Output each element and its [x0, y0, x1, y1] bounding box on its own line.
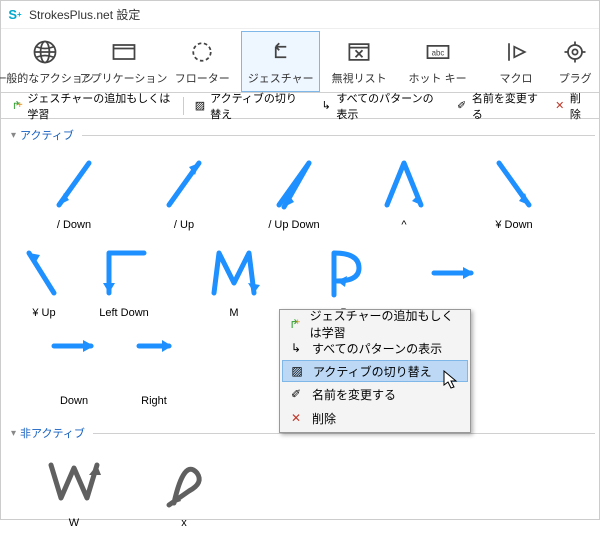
gear-icon — [561, 38, 589, 66]
chevron-down-icon: ▾ — [11, 130, 16, 141]
gesture-label: Right — [141, 395, 167, 407]
rename-icon: ✐ — [456, 99, 468, 113]
sub-toggle-active[interactable]: ▨ アクティブの切り替え — [188, 88, 312, 124]
abc-icon: abc — [424, 38, 452, 66]
gesture-label: W — [69, 517, 79, 529]
toolbar-hotkeys[interactable]: abc ホット キー — [398, 31, 476, 92]
gesture-left-down[interactable]: Left Down — [69, 237, 179, 325]
toolbar-label: アプリケーション — [80, 70, 168, 86]
undo-icon — [267, 38, 295, 66]
ctx-label: 名前を変更する — [312, 386, 396, 403]
play-icon — [502, 38, 530, 66]
patterns-icon: ↳ — [320, 99, 332, 113]
toolbar-plugins[interactable]: プラグ — [555, 31, 595, 92]
ctx-toggle-active[interactable]: ▨ アクティブの切り替え — [282, 360, 468, 382]
gesture-slash-up[interactable]: / Up — [129, 149, 239, 237]
gesture-label: M — [229, 307, 238, 319]
toolbar-general-actions[interactable]: 一般的なアクション — [5, 31, 84, 92]
toolbar-applications[interactable]: アプリケーション — [84, 31, 163, 92]
toolbar-label: ホット キー — [409, 70, 467, 86]
gesture-label: / Up Down — [268, 219, 319, 231]
gesture-label: x — [181, 517, 187, 529]
window-title: StrokesPlus.net 設定 — [29, 6, 140, 23]
gesture-caret[interactable]: ^ — [349, 149, 459, 237]
sub-label: 名前を変更する — [472, 90, 540, 122]
window-icon — [110, 38, 138, 66]
gesture-label: Down — [60, 395, 88, 407]
sub-add-learn[interactable]: ↱+ ジェスチャーの追加もしくは学習 — [5, 88, 179, 124]
globe-icon — [31, 38, 59, 66]
ctx-label: ジェスチャーの追加もしくは学習 — [310, 307, 462, 341]
add-learn-icon: ↱+ — [11, 99, 23, 113]
sub-label: すべてのパターンの表示 — [336, 90, 441, 122]
sub-show-patterns[interactable]: ↳ すべてのパターンの表示 — [314, 88, 447, 124]
ctx-label: 削除 — [312, 410, 336, 427]
gesture-label: ¥ Up — [32, 307, 55, 319]
group-active-header[interactable]: ▾ アクティブ — [7, 125, 599, 145]
svg-text:abc: abc — [431, 48, 444, 57]
toggle-icon: ▨ — [289, 364, 305, 378]
patterns-icon: ↳ — [288, 341, 304, 355]
gesture-w[interactable]: W — [19, 447, 129, 535]
group-title: アクティブ — [20, 127, 74, 143]
sub-label: ジェスチャーの追加もしくは学習 — [27, 90, 173, 122]
sub-label: アクティブの切り替え — [210, 90, 306, 122]
sub-delete[interactable]: ✕ 削除 — [548, 88, 595, 124]
toolbar-label: フローター — [175, 70, 230, 86]
sub-rename[interactable]: ✐ 名前を変更する — [450, 88, 546, 124]
delete-icon: ✕ — [554, 99, 566, 113]
ctx-label: アクティブの切り替え — [313, 363, 432, 380]
gesture-label: Left Down — [99, 307, 149, 319]
main-toolbar: 一般的なアクション アプリケーション フローター ジェスチャー 無視リスト ab… — [1, 29, 599, 93]
inactive-gestures: W x — [7, 443, 599, 545]
toolbar-label: ジェスチャー — [248, 70, 314, 86]
sub-toolbar: ↱+ ジェスチャーの追加もしくは学習 ▨ アクティブの切り替え ↳ すべてのパタ… — [1, 93, 599, 119]
toggle-icon: ▨ — [194, 99, 206, 113]
gesture-label: / Down — [57, 219, 91, 231]
delete-icon: ✕ — [288, 411, 304, 425]
gesture-m[interactable]: M — [179, 237, 289, 325]
ctx-delete[interactable]: ✕ 削除 — [282, 406, 468, 430]
gesture-right-partial[interactable]: Right — [129, 325, 179, 413]
divider — [82, 135, 595, 136]
toolbar-ignore-list[interactable]: 無視リスト — [320, 31, 398, 92]
window-x-icon — [345, 38, 373, 66]
sub-label: 削除 — [570, 90, 589, 122]
ctx-rename[interactable]: ✐ 名前を変更する — [282, 382, 468, 406]
gesture-down[interactable]: Down — [19, 325, 129, 413]
toolbar-floaters[interactable]: フローター — [163, 31, 241, 92]
chevron-down-icon: ▾ — [11, 428, 16, 439]
gesture-label: / Up — [174, 219, 194, 231]
group-title: 非アクティブ — [20, 425, 85, 441]
gesture-label: ¥ Down — [495, 219, 532, 231]
gesture-slash-up-down[interactable]: / Up Down — [239, 149, 349, 237]
gesture-yen-down[interactable]: ¥ Down — [459, 149, 569, 237]
add-learn-icon: ↱+ — [288, 317, 302, 331]
toolbar-label: マクロ — [500, 70, 533, 86]
toolbar-macros[interactable]: マクロ — [477, 31, 555, 92]
app-icon: S+ — [7, 7, 23, 23]
context-menu: ↱+ ジェスチャーの追加もしくは学習 ↳ すべてのパターンの表示 ▨ アクティブ… — [279, 309, 471, 433]
toolbar-gestures[interactable]: ジェスチャー — [241, 31, 319, 92]
rename-icon: ✐ — [288, 387, 304, 401]
ctx-add-learn[interactable]: ↱+ ジェスチャーの追加もしくは学習 — [282, 312, 468, 336]
toolbar-label: 無視リスト — [332, 70, 387, 86]
gesture-slash-down[interactable]: / Down — [19, 149, 129, 237]
separator — [183, 97, 184, 115]
gesture-x[interactable]: x — [129, 447, 239, 535]
gesture-label: ^ — [401, 219, 406, 231]
gesture-yen-up[interactable]: ¥ Up — [19, 237, 69, 325]
titlebar: S+ StrokesPlus.net 設定 — [1, 1, 599, 29]
ctx-label: すべてのパターンの表示 — [312, 340, 442, 357]
loading-icon — [188, 38, 216, 66]
toolbar-label: プラグ — [559, 70, 592, 86]
